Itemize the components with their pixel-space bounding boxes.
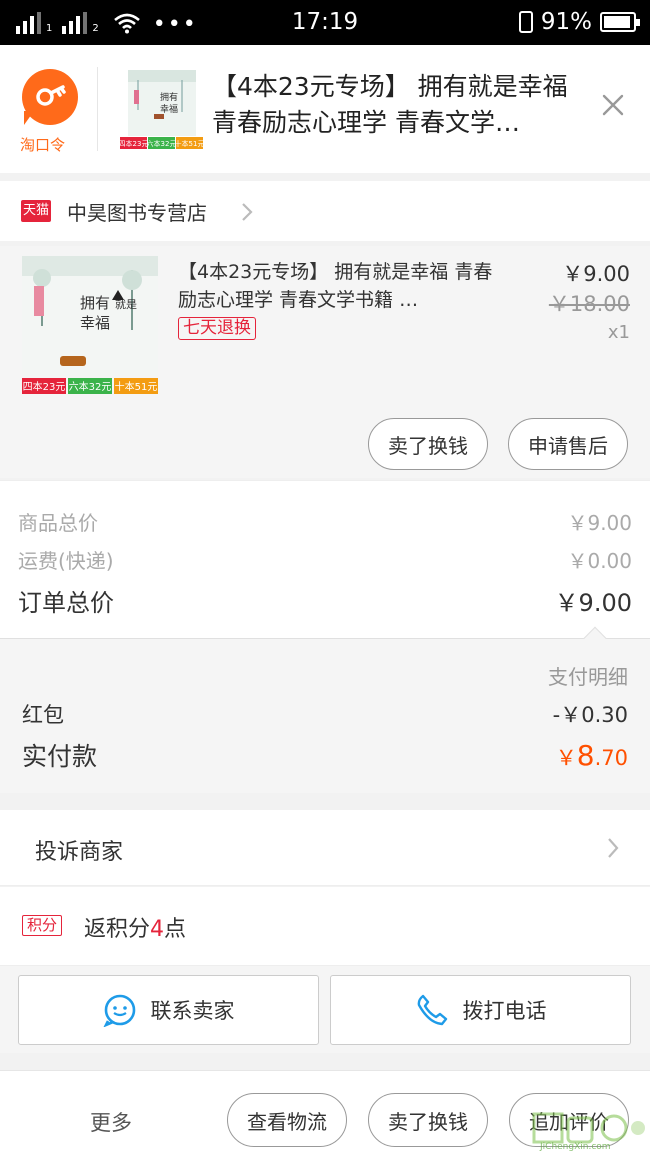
red-packet-value: -￥0.30: [552, 703, 628, 727]
battery-percent: 91%: [540, 9, 592, 35]
paid-label: 实付款: [22, 742, 98, 771]
points-value: 4: [150, 917, 165, 942]
svg-text:幸福: 幸福: [160, 103, 178, 115]
phone-icon: [417, 994, 447, 1026]
thumb-tag-1: 四本23元: [120, 139, 148, 148]
red-packet-label: 红包: [22, 703, 64, 727]
paid-decimal: .70: [594, 746, 628, 770]
divider: [97, 67, 98, 151]
price-summary: 商品总价 ￥9.00 运费(快递) ￥0.00 订单总价 ￥9.00: [0, 480, 650, 638]
shipping-label: 运费(快递): [18, 549, 114, 573]
item-title[interactable]: 【4本23元专场】 拥有就是幸福 青春励志心理学 青春文学书籍 …: [178, 258, 503, 314]
taokouling-label: 淘口令: [20, 136, 66, 154]
taokouling-banner[interactable]: 淘口令 拥有 幸福 四本23元 六本32元 十本51元 【4本23元专场】 拥有…: [0, 45, 650, 173]
cover-tag-2: 六本32元: [69, 380, 112, 393]
svg-text:拥有: 拥有: [160, 91, 178, 103]
complain-seller-row[interactable]: 投诉商家: [0, 810, 650, 886]
chevron-right-icon: [608, 838, 619, 858]
product-cover-image: 拥有 幸福 就是 四本23元 六本32元 十本51元: [22, 256, 158, 394]
tmall-badge: 天猫: [21, 200, 51, 222]
payment-detail-header: 支付明细: [548, 665, 628, 689]
paid-currency: ￥: [555, 746, 577, 770]
sell-for-cash-button-bottom[interactable]: 卖了换钱: [368, 1093, 488, 1147]
return-policy-badge: 七天退换: [178, 317, 256, 340]
taokouling-title[interactable]: 【4本23元专场】 拥有就是幸福 青春励志心理学 青春文学…: [212, 69, 592, 141]
svg-text:幸福: 幸福: [80, 314, 110, 332]
view-logistics-button[interactable]: 查看物流: [227, 1093, 347, 1147]
points-prefix: 返积分: [84, 917, 151, 942]
taokouling-logo-icon: [22, 69, 78, 125]
item-price: ￥9.00: [562, 262, 630, 286]
order-item[interactable]: 拥有 幸福 就是 四本23元 六本32元 十本51元 【4本23元专场】 拥有就…: [0, 246, 650, 478]
payment-detail: 支付明细 红包 -￥0.30 实付款 ￥8.70: [0, 626, 650, 793]
battery-icon: [600, 12, 640, 32]
chat-bubble-icon: [103, 994, 135, 1027]
contact-seller-label: 联系卖家: [150, 999, 235, 1023]
sell-for-cash-button[interactable]: 卖了换钱: [368, 418, 488, 470]
thumb-tag-2: 六本32元: [147, 139, 177, 148]
cover-tag-3: 十本51元: [115, 380, 158, 393]
goods-total-value: ￥9.00: [567, 511, 632, 535]
item-original-price: ￥18.00: [548, 292, 630, 316]
shipping-value: ￥0.00: [567, 549, 632, 573]
shop-header[interactable]: 天猫 中昊图书专营店: [0, 181, 650, 241]
item-quantity: x1: [607, 322, 630, 343]
apply-after-sales-button[interactable]: 申请售后: [508, 418, 628, 470]
status-bar: 1 2 ••• 17:19 91%: [0, 0, 650, 45]
shop-name[interactable]: 中昊图书专营店: [67, 197, 207, 226]
vibrate-icon: [518, 11, 533, 33]
cover-tag-1: 四本23元: [23, 380, 66, 393]
points-text: 返积分4点: [84, 911, 186, 943]
close-icon[interactable]: [598, 90, 628, 120]
contact-seller-button[interactable]: 联系卖家: [18, 975, 319, 1045]
points-row: 积分 返积分4点: [0, 887, 650, 965]
points-tag: 积分: [22, 915, 63, 936]
points-suffix: 点: [164, 917, 187, 942]
order-total-label: 订单总价: [18, 589, 114, 617]
paid-amount: ￥8.70: [556, 739, 628, 772]
contact-bar: 联系卖家 拨打电话: [0, 965, 650, 1053]
chevron-right-icon: [242, 203, 253, 221]
call-phone-label: 拨打电话: [462, 999, 547, 1023]
goods-total-label: 商品总价: [18, 511, 98, 535]
call-phone-button[interactable]: 拨打电话: [330, 975, 631, 1045]
order-total-value: ￥9.00: [554, 589, 632, 617]
svg-text:拥有: 拥有: [80, 294, 110, 312]
product-thumbnail: 拥有 幸福 四本23元 六本32元 十本51元: [120, 70, 204, 149]
complain-seller-label: 投诉商家: [35, 840, 124, 865]
paid-integer: 8: [576, 739, 595, 772]
more-link[interactable]: 更多: [90, 1107, 132, 1137]
thumb-tag-3: 十本51元: [175, 139, 204, 148]
watermark-text: JiChengXin.com: [540, 1142, 611, 1152]
